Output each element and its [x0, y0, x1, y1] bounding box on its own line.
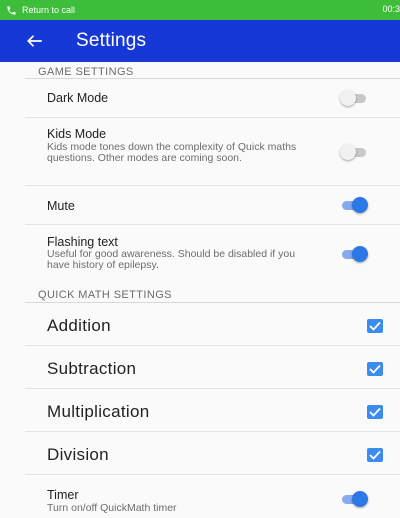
checkmark-icon	[369, 450, 381, 460]
setting-label-dark-mode: Dark Mode	[47, 91, 109, 105]
operation-label-addition: Addition	[47, 316, 111, 335]
return-to-call-text: Return to call	[22, 5, 76, 15]
setting-row-mute[interactable]: Mute	[25, 186, 400, 225]
section-header-game-settings: GAME SETTINGS	[38, 66, 134, 78]
kids-mode-toggle[interactable]	[340, 144, 368, 160]
dark-mode-toggle[interactable]	[340, 90, 368, 106]
setting-row-kids-mode[interactable]: Kids Mode Kids mode tones down the compl…	[25, 118, 400, 186]
checkmark-icon	[369, 407, 381, 417]
arrow-left-icon[interactable]	[26, 32, 44, 50]
setting-row-timer[interactable]: Timer Turn on/off QuickMath timer	[25, 475, 400, 518]
operation-label-multiplication: Multiplication	[47, 402, 150, 421]
operation-label-division: Division	[47, 445, 109, 464]
multiplication-checkbox[interactable]	[367, 405, 383, 419]
setting-description-kids-mode: Kids mode tones down the complexity of Q…	[47, 141, 297, 164]
operation-label-subtraction: Subtraction	[47, 359, 137, 378]
mute-toggle[interactable]	[340, 197, 368, 213]
setting-label-flashing-text: Flashing text	[47, 235, 118, 249]
timer-toggle[interactable]	[340, 491, 368, 507]
settings-list: GAME SETTINGS Dark Mode Kids Mode Kids m…	[0, 62, 400, 518]
operation-row-addition[interactable]: Addition	[25, 303, 400, 346]
operation-row-division[interactable]: Division	[25, 432, 400, 475]
phone-icon	[7, 5, 16, 15]
return-to-call-bar[interactable]: Return to call 00:3	[0, 0, 400, 20]
subtraction-checkbox[interactable]	[367, 362, 383, 376]
setting-label-timer: Timer	[47, 488, 79, 502]
setting-label-mute: Mute	[47, 199, 75, 213]
setting-description-flashing-text: Useful for good awareness. Should be dis…	[47, 248, 296, 271]
setting-row-flashing-text[interactable]: Flashing text Useful for good awareness.…	[25, 225, 400, 281]
operation-row-subtraction[interactable]: Subtraction	[25, 346, 400, 389]
operation-row-multiplication[interactable]: Multiplication	[25, 389, 400, 432]
setting-label-kids-mode: Kids Mode	[47, 127, 107, 141]
checkmark-icon	[369, 364, 381, 374]
setting-row-dark-mode[interactable]: Dark Mode	[25, 79, 400, 118]
addition-checkbox[interactable]	[367, 319, 383, 333]
flashing-text-toggle[interactable]	[340, 246, 368, 262]
division-checkbox[interactable]	[367, 448, 383, 462]
page-title: Settings	[76, 30, 147, 51]
section-header-quick-math-settings: QUICK MATH SETTINGS	[38, 289, 172, 301]
checkmark-icon	[369, 321, 381, 331]
app-bar: Settings	[0, 20, 400, 62]
setting-description-timer: Turn on/off QuickMath timer	[47, 502, 177, 514]
call-timer: 00:3	[382, 4, 400, 14]
